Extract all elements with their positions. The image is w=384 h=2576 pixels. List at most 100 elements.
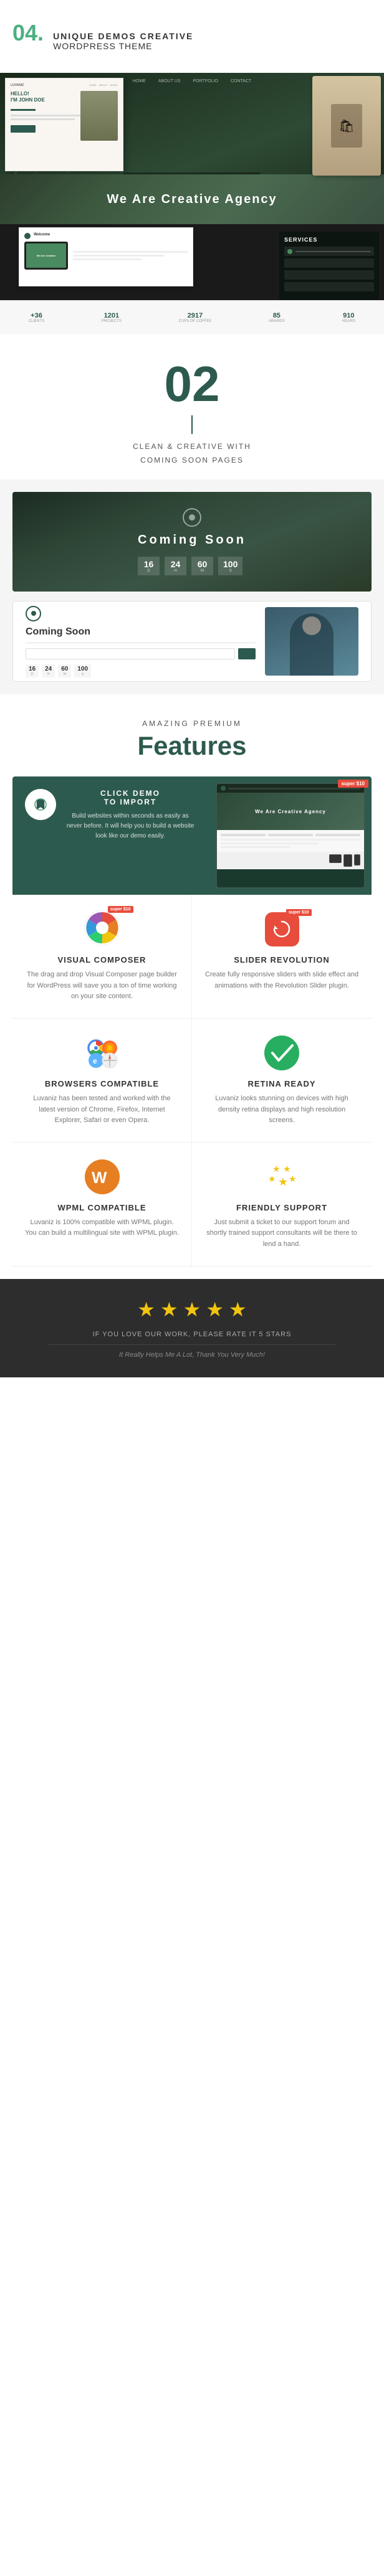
wpml-desc: Luvaniz is 100% compatible with WPML plu… [25, 1217, 179, 1239]
sr-badge: super $10 [286, 909, 312, 916]
section-02-desc: CLEAN & CREATIVE WITH COMING SOON PAGES [12, 440, 372, 467]
friendly-support-icon: ★ ★ ★ ★ ★ [263, 1158, 300, 1196]
features-title: Features [12, 731, 372, 761]
svg-text:★: ★ [283, 1164, 291, 1174]
coming-soon-light: Coming Soon 16 D 24 H 60 M [12, 601, 372, 682]
feature-visual-composer: super $10 VISUAL COMPOSER The drag and d… [12, 895, 192, 1019]
browsers-icon: e [84, 1034, 121, 1072]
vc-desc: The drag and drop Visual Composer page b… [25, 970, 179, 1003]
sr-name: SLIDER REVOLUTION [204, 955, 359, 965]
vc-badge: super $10 [108, 906, 133, 913]
vc-name: VISUAL COMPOSER [25, 955, 179, 965]
countdown: 16 D 24 H 60 M 100 S [138, 557, 246, 575]
click-demo-desc: Build websites within seconds as easily … [64, 811, 197, 841]
fs-desc: Just submit a ticket to our support foru… [204, 1217, 359, 1250]
star-3: ★ [183, 1298, 201, 1321]
countdown-hours: 24 H [165, 557, 186, 575]
star-2: ★ [160, 1298, 178, 1321]
section-features: AMAZING PREMIUM Features CLICK DEMOTO IM… [0, 694, 384, 1278]
click-demo-icon [25, 789, 56, 820]
feature-wpml: W WPML COMPATIBLE Luvaniz is 100% compat… [12, 1143, 192, 1267]
stat-5: 910 hours [342, 312, 355, 323]
coming-soon-demos: Coming Soon 16 D 24 H 60 M 100 S [0, 479, 384, 694]
retina-icon [263, 1034, 300, 1072]
header-text-block: UNIQUE DEMOS CREATIVE WORDPRESS THEME [53, 31, 193, 51]
sr-icon [265, 912, 299, 946]
stat-2: 1201 projects [102, 312, 122, 323]
cs-light-title: Coming Soon [26, 626, 256, 638]
fs-name: FRIENDLY SUPPORT [204, 1203, 359, 1212]
rr-desc: Luvaniz looks stunning on devices with h… [204, 1093, 359, 1126]
vc-icon [84, 909, 121, 946]
click-demo-title: CLICK DEMOTO IMPORT [64, 789, 197, 806]
countdown-days: 16 D [138, 557, 160, 575]
dot-icon: . [37, 20, 44, 45]
stat-3: 2917 cups of coffee [179, 312, 212, 323]
device-mockup: We Are Creative [24, 242, 68, 270]
section-number: 04. [12, 19, 44, 64]
bc-name: BROWSERS COMPATIBLE [25, 1079, 179, 1088]
feature-slider-revolution: super $10 SLIDER REVOLUTION Create fully… [192, 895, 372, 1019]
countdown-minutes: 60 M [191, 557, 213, 575]
services-overlay: Services [279, 232, 379, 300]
vc-icon-container: super $10 [84, 910, 121, 948]
svg-text:W: W [92, 1168, 107, 1187]
stats-bar: +36 clients 1201 projects 2917 cups of c… [0, 300, 384, 334]
header-title-line2: WORDPRESS THEME [53, 41, 193, 51]
cs-dark-title: Coming Soon [138, 533, 246, 547]
stat-4: 85 awards [269, 312, 285, 323]
rr-name: RETINA READY [204, 1079, 359, 1088]
email-input-mock [26, 648, 235, 659]
preview-device: We Are Creative Agency [216, 783, 365, 889]
thanks-text: It Really Helps Me A Lot, Thank You Very… [12, 1351, 372, 1359]
click-demo-section: CLICK DEMOTO IMPORT Build websites withi… [12, 776, 372, 895]
welcome2-demo: Welcome We Are Creative [19, 227, 193, 286]
countdown-seconds: 100 S [218, 557, 242, 575]
bc-desc: Luvaniz has been tested and worked with … [25, 1093, 179, 1126]
sr-icon-container: super $10 [263, 910, 300, 948]
cs-right-image [265, 607, 358, 676]
feature-grid: super $10 VISUAL COMPOSER The drag and d… [12, 895, 372, 1266]
agency-banner: We Are Creative Agency [0, 174, 384, 224]
welcome2-text: Welcome [34, 233, 50, 239]
sr-desc: Create fully responsive sliders with sli… [204, 970, 359, 991]
svg-text:★: ★ [278, 1176, 288, 1188]
cs-email-form [26, 648, 256, 659]
fs-icon-container: ★ ★ ★ ★ ★ [263, 1158, 300, 1196]
star-4: ★ [206, 1298, 224, 1321]
feature-friendly-support: ★ ★ ★ ★ ★ FRIENDLY SUPPORT Just submit a… [192, 1143, 372, 1267]
if-you-love: IF YOU LOVE OUR WORK, PLEASE RATE IT 5 S… [12, 1331, 372, 1338]
wpml-name: WPML COMPATIBLE [25, 1203, 179, 1212]
bc-icon-container: e [84, 1034, 121, 1072]
feature-browsers-compatible: e BROWSERS COMPATIBLE Luvaniz has been t… [12, 1019, 192, 1143]
cs-light-countdown: 16 D 24 H 60 M 100 S [26, 664, 256, 677]
services-title: Services [284, 237, 374, 243]
wpml-icon-container: W [84, 1158, 121, 1196]
divider-line [191, 415, 193, 434]
svg-text:★: ★ [268, 1174, 276, 1184]
section-02: 02 CLEAN & CREATIVE WITH COMING SOON PAG… [0, 334, 384, 479]
demo-preview-area: super $10 We Are Creative Agency [209, 776, 372, 895]
header-title-line1: UNIQUE DEMOS CREATIVE [53, 31, 193, 41]
svg-text:★: ★ [272, 1164, 281, 1174]
stars-row: ★ ★ ★ ★ ★ [12, 1298, 372, 1321]
photo-thumbnail [80, 91, 118, 141]
cs-light-content: Coming Soon 16 D 24 H 60 M [26, 606, 256, 677]
section-header: 04. UNIQUE DEMOS CREATIVE WORDPRESS THEM… [0, 0, 384, 73]
submit-btn-mock [238, 648, 256, 659]
section-02-number: 02 [12, 359, 372, 409]
coming-soon-dark: Coming Soon 16 D 24 H 60 M 100 S [12, 492, 372, 592]
personal-demo: LUVANIZ HOME ABOUT WORK HELLO!I'M JOHN D… [5, 78, 123, 171]
svg-text:e: e [93, 1057, 97, 1065]
agency-text: We Are Creative Agency [107, 192, 277, 207]
number-text: 04 [12, 20, 37, 45]
nav-dots: HOME ABOUT US PORTFOLIO CONTACT [133, 79, 251, 83]
product-photo: 🛍 [312, 76, 381, 176]
rr-icon-container [263, 1034, 300, 1072]
preview-hero-text: We Are Creative Agency [255, 809, 326, 814]
star-1: ★ [137, 1298, 155, 1321]
demos-collage: WELCOME TO LUVANIZ HOME ABOUT US PORTFOL… [0, 73, 384, 334]
stat-1: +36 clients [29, 312, 44, 323]
star-5: ★ [229, 1298, 247, 1321]
rating-section: ★ ★ ★ ★ ★ IF YOU LOVE OUR WORK, PLEASE R… [0, 1279, 384, 1377]
